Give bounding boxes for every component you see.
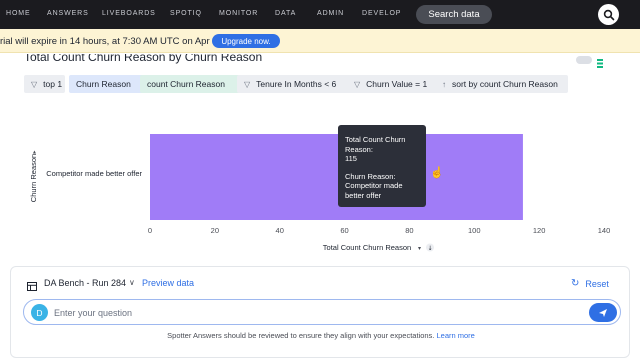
x-tick-label: 20 <box>211 226 219 235</box>
spotter-panel: DA Bench - Run 284 ∨ Preview data ↻ Reset… <box>10 266 630 358</box>
disclaimer-text: Spotter Answers should be reviewed to en… <box>167 331 435 340</box>
filter-icon: ▽ <box>354 79 361 89</box>
nav-spotiq[interactable]: SPOTIQ <box>170 10 202 17</box>
nav-monitor[interactable]: MONITOR <box>219 10 258 17</box>
dataset-icon <box>27 278 37 291</box>
category-label: Competitor made better offer <box>46 169 142 178</box>
send-button[interactable] <box>589 303 617 322</box>
top-nav-bar: HOME ANSWERS LIVEBOARDS SPOTIQ MONITOR D… <box>0 0 640 29</box>
upgrade-button[interactable]: Upgrade now. <box>212 34 280 48</box>
x-tick-label: 60 <box>340 226 348 235</box>
tooltip-attribute-label: Churn Reason: <box>345 171 396 181</box>
bar-chart: Competitor made better offer 0 20 40 60 80 100… <box>29 134 611 252</box>
reset-icon: ↻ <box>571 278 580 289</box>
disclaimer: Spotter Answers should be reviewed to en… <box>11 331 631 340</box>
x-tick-label: 0 <box>148 226 152 235</box>
tooltip-attribute-value-2: better offer <box>345 190 382 200</box>
question-box: D <box>23 299 621 325</box>
dataset-selector[interactable]: DA Bench - Run 284 <box>44 278 126 288</box>
hand-cursor-icon: ☝ <box>430 167 444 179</box>
nav-data[interactable]: DATA <box>275 10 296 17</box>
trial-banner-text: rial will expire in 14 hours, at 7:30 AM… <box>0 36 226 47</box>
nav-develop[interactable]: DEVELOP <box>362 10 401 17</box>
sort-arrow-icon: ↓ <box>427 245 432 252</box>
nav-home[interactable]: HOME <box>6 10 31 17</box>
y-axis-label[interactable]: Churn Reason <box>29 154 38 202</box>
chip-top-1[interactable]: ▽ top 1 <box>24 75 65 93</box>
reset-button[interactable]: ↻ Reset <box>571 278 609 289</box>
x-axis-label[interactable]: Total Count Churn Reason <box>323 243 411 252</box>
chart-tooltip: Total Count Churn Reason: 115 Churn Reas… <box>338 125 426 207</box>
x-tick-label: 120 <box>533 226 546 235</box>
tooltip-measure-line1: Total Count Churn <box>345 135 406 144</box>
x-axis-chevron-icon: ▾ <box>418 245 421 252</box>
preview-data-link[interactable]: Preview data <box>142 278 194 288</box>
chip-label: top 1 <box>43 79 63 89</box>
filter-icon: ▽ <box>31 79 38 89</box>
chip-sort[interactable]: ↑ sort by count Churn Reason <box>435 75 568 93</box>
bar[interactable] <box>150 134 523 220</box>
chip-label: Churn Reason <box>76 79 131 89</box>
y-axis-chevron-icon: ▸ <box>31 150 38 153</box>
learn-more-link[interactable]: Learn more <box>436 331 474 340</box>
nav-admin[interactable]: ADMIN <box>317 10 344 17</box>
view-toggle[interactable] <box>576 56 592 64</box>
table-view-icon[interactable] <box>597 55 603 68</box>
x-tick-label: 100 <box>468 226 481 235</box>
x-tick-label: 80 <box>405 226 413 235</box>
question-input[interactable] <box>54 304 574 321</box>
tooltip-value: 115 <box>345 154 357 163</box>
nav-answers[interactable]: ANSWERS <box>47 10 89 17</box>
search-icon[interactable] <box>598 4 619 25</box>
search-data-button[interactable]: Search data <box>416 5 492 24</box>
trial-banner: rial will expire in 14 hours, at 7:30 AM… <box>0 29 640 53</box>
tooltip-measure-line2: Reason: <box>345 144 373 154</box>
chip-label: count Churn Reason <box>147 79 225 89</box>
nav-liveboards[interactable]: LIVEBOARDS <box>102 10 156 17</box>
reset-label: Reset <box>585 278 609 289</box>
tooltip-attribute-value-1: Competitor made <box>345 181 403 190</box>
chip-label: sort by count Churn Reason <box>452 79 558 89</box>
send-icon <box>599 308 607 317</box>
sort-arrow-icon: ↑ <box>442 79 446 89</box>
avatar: D <box>31 304 48 321</box>
chip-label: Tenure In Months < 6 <box>256 79 337 89</box>
x-tick-label: 140 <box>598 226 611 235</box>
filter-icon: ▽ <box>244 79 251 89</box>
chip-label: Churn Value = 1 <box>366 79 428 89</box>
x-tick-label: 40 <box>276 226 284 235</box>
chevron-down-icon[interactable]: ∨ <box>129 278 135 287</box>
